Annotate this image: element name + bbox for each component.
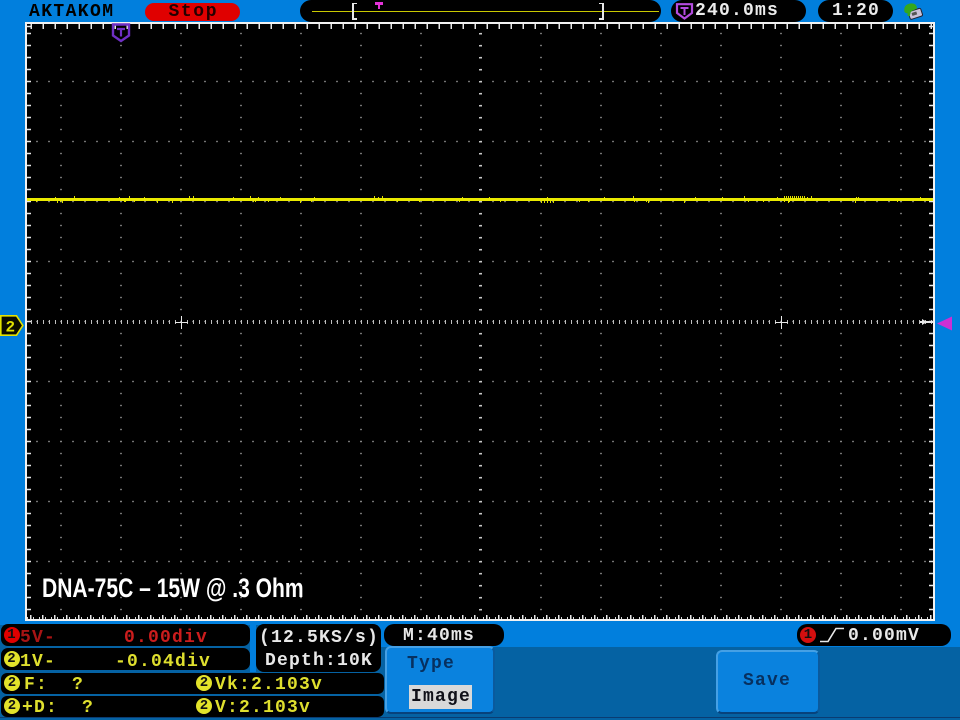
- svg-text:2: 2: [6, 319, 16, 337]
